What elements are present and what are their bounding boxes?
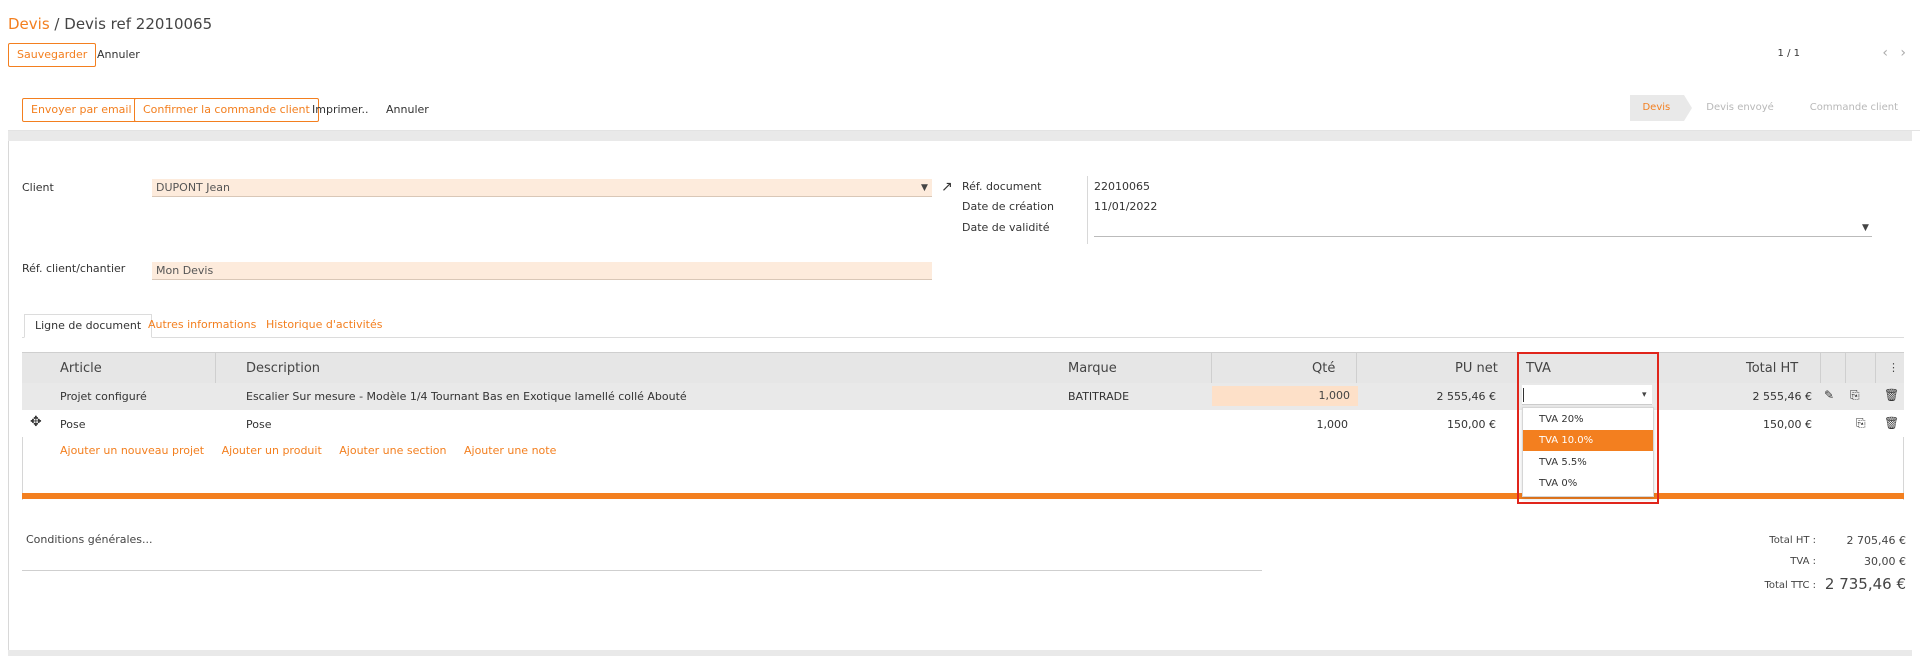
ref-client-value: Mon Devis bbox=[156, 264, 214, 277]
col-total-ht[interactable]: Total HT bbox=[1746, 361, 1798, 376]
breadcrumb-separator: / bbox=[54, 15, 60, 33]
trash-icon[interactable]: 🗑 bbox=[1884, 388, 1899, 402]
row-pu-net: 2 555,46 € bbox=[1436, 390, 1496, 403]
row-description: Pose bbox=[246, 418, 272, 431]
trash-icon[interactable]: 🗑 bbox=[1884, 416, 1899, 430]
cancel-quote-button[interactable]: Annuler bbox=[386, 99, 429, 121]
add-product-link[interactable]: Ajouter un produit bbox=[222, 444, 322, 457]
col-description[interactable]: Description bbox=[246, 361, 320, 376]
total-ht-label: Total HT : bbox=[1769, 535, 1816, 546]
total-ht-value: 2 705,46 € bbox=[1846, 534, 1906, 547]
tab-ligne-de-document[interactable]: Ligne de document bbox=[24, 314, 153, 338]
status-steps: Devis Devis envoyé Commande client bbox=[1630, 95, 1920, 121]
row-pu-net: 150,00 € bbox=[1447, 418, 1496, 431]
duplicate-icon[interactable]: ⎘ bbox=[1856, 416, 1866, 431]
conditions-generales[interactable]: Conditions générales... bbox=[26, 533, 153, 546]
date-creation-label: Date de création bbox=[962, 200, 1054, 213]
sheet-bottom bbox=[8, 650, 1912, 656]
total-ttc-label: Total TTC : bbox=[1764, 580, 1816, 591]
sheet-divider bbox=[8, 131, 1912, 141]
external-link-icon[interactable]: ↗ bbox=[941, 179, 953, 195]
row-qte: 1,000 bbox=[1316, 418, 1349, 431]
row-article: Projet configuré bbox=[60, 390, 147, 403]
col-article[interactable]: Article bbox=[60, 361, 102, 376]
date-validite-field[interactable] bbox=[1094, 219, 1872, 237]
previous-record-icon[interactable]: ‹ bbox=[1882, 45, 1888, 61]
date-validite-dropdown-icon[interactable]: ▼ bbox=[1862, 223, 1869, 233]
date-validite-label: Date de validité bbox=[962, 221, 1050, 234]
col-separator bbox=[1875, 352, 1876, 383]
col-marque[interactable]: Marque bbox=[1068, 361, 1117, 376]
page-title: Devis ref 22010065 bbox=[64, 15, 213, 33]
print-button[interactable]: Imprimer.. bbox=[312, 99, 369, 121]
client-dropdown-icon[interactable]: ▼ bbox=[921, 183, 928, 193]
status-step-commande-client[interactable]: Commande client bbox=[1787, 95, 1920, 121]
add-line-links: Ajouter un nouveau projet Ajouter un pro… bbox=[60, 444, 570, 457]
add-project-link[interactable]: Ajouter un nouveau projet bbox=[60, 444, 204, 457]
col-separator bbox=[1845, 352, 1846, 383]
quantity-input[interactable]: 1,000 bbox=[1212, 386, 1358, 406]
confirm-order-button[interactable]: Confirmer la commande client bbox=[134, 98, 319, 122]
client-value: DUPONT Jean bbox=[156, 181, 230, 194]
tab-historique-activites[interactable]: Historique d'activités bbox=[256, 314, 392, 338]
col-separator bbox=[1211, 352, 1212, 383]
tva-highlight-box bbox=[1517, 352, 1659, 504]
conditions-underline bbox=[22, 570, 1262, 571]
col-separator bbox=[1820, 352, 1821, 383]
tva-total-label: TVA : bbox=[1790, 556, 1816, 567]
row-qte: 1,000 bbox=[1318, 389, 1351, 402]
ref-client-label: Réf. client/chantier bbox=[22, 262, 126, 275]
row-description: Escalier Sur mesure - Modèle 1/4 Tournan… bbox=[246, 390, 687, 403]
edit-icon[interactable]: ✎ bbox=[1824, 388, 1834, 402]
date-creation-value: 11/01/2022 bbox=[1094, 200, 1158, 213]
field-separator bbox=[1087, 176, 1088, 244]
ref-document-label: Réf. document bbox=[962, 180, 1042, 193]
client-label: Client bbox=[22, 181, 54, 194]
col-qte[interactable]: Qté bbox=[1312, 361, 1335, 376]
total-ttc-value: 2 735,46 € bbox=[1824, 575, 1906, 593]
discard-button[interactable]: Annuler bbox=[97, 44, 140, 66]
status-step-devis-envoye[interactable]: Devis envoyé bbox=[1684, 95, 1796, 121]
ref-client-field[interactable]: Mon Devis bbox=[152, 262, 932, 280]
add-note-link[interactable]: Ajouter une note bbox=[464, 444, 556, 457]
row-article: Pose bbox=[60, 418, 86, 431]
row-marque: BATITRADE bbox=[1068, 390, 1130, 403]
tva-total-value: 30,00 € bbox=[1864, 555, 1906, 568]
col-pu-net[interactable]: PU net bbox=[1455, 361, 1498, 376]
column-options-icon[interactable]: ⋮ bbox=[1888, 361, 1899, 374]
pager: 1 / 1 bbox=[1777, 48, 1800, 59]
next-record-icon[interactable]: › bbox=[1900, 45, 1906, 61]
tab-autres-informations[interactable]: Autres informations bbox=[138, 314, 266, 338]
row-total-ht: 2 555,46 € bbox=[1752, 390, 1812, 403]
row-total-ht: 150,00 € bbox=[1763, 418, 1812, 431]
drag-handle-icon[interactable]: ✥ bbox=[30, 414, 42, 430]
client-field[interactable]: DUPONT Jean bbox=[152, 179, 932, 197]
breadcrumb-devis-link[interactable]: Devis bbox=[8, 15, 50, 33]
breadcrumb: Devis / Devis ref 22010065 bbox=[8, 15, 212, 33]
save-button[interactable]: Sauvegarder bbox=[8, 43, 97, 67]
col-separator bbox=[1356, 352, 1357, 383]
duplicate-icon[interactable]: ⎘ bbox=[1850, 388, 1860, 403]
add-section-link[interactable]: Ajouter une section bbox=[339, 444, 446, 457]
ref-document-value: 22010065 bbox=[1094, 180, 1150, 193]
col-separator bbox=[215, 352, 216, 383]
status-step-devis[interactable]: Devis bbox=[1630, 95, 1692, 121]
send-email-button[interactable]: Envoyer par email bbox=[22, 98, 141, 122]
